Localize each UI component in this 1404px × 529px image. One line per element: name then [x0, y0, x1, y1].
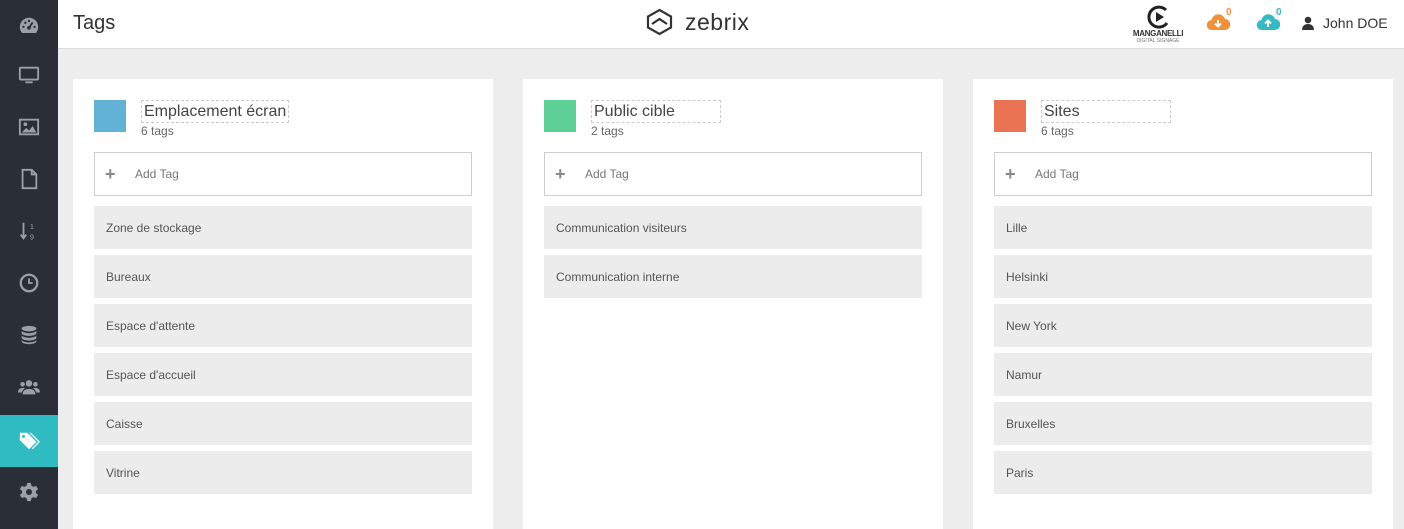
tag-item[interactable]: Caisse	[94, 402, 472, 445]
tag-item[interactable]: Namur	[994, 353, 1372, 396]
zebrix-logo-icon	[646, 8, 673, 36]
group-name-field[interactable]: Public cible	[591, 100, 721, 123]
page-title: Tags	[73, 12, 116, 34]
group-color-swatch[interactable]	[994, 100, 1026, 132]
group-name-field[interactable]: Sites	[1041, 100, 1171, 123]
add-tag-button[interactable]: + Add Tag	[994, 152, 1372, 196]
tag-list: Zone de stockage Bureaux Espace d'attente E…	[94, 206, 472, 500]
svg-text:9: 9	[30, 232, 34, 241]
sidebar-item-schedule[interactable]	[0, 257, 58, 309]
tag-list: Lille Helsinki New York Namur Bruxelles Paris	[994, 206, 1372, 500]
tag-group-card: Emplacement écran 6 tags + Add Tag Zone …	[73, 79, 493, 529]
group-tag-count: 2 tags	[591, 124, 624, 138]
tag-item[interactable]: Lille	[994, 206, 1372, 249]
tag-group-card: Sites 6 tags + Add Tag Lille Helsinki New …	[973, 79, 1393, 529]
tag-item[interactable]: Bureaux	[94, 255, 472, 298]
tag-item[interactable]: Espace d'accueil	[94, 353, 472, 396]
tag-item[interactable]: Helsinki	[994, 255, 1372, 298]
image-icon	[18, 118, 40, 136]
sidebar-item-dashboard[interactable]	[0, 0, 58, 52]
add-tag-label: Add Tag	[585, 167, 629, 181]
partner-play-icon	[1147, 5, 1169, 29]
sidebar-item-playlists[interactable]: 19	[0, 205, 58, 257]
sort-numeric-icon: 19	[20, 222, 34, 241]
sidebar-item-media[interactable]	[0, 101, 58, 153]
tag-item[interactable]: Vitrine	[94, 451, 472, 494]
tag-group-card: Public cible 2 tags + Add Tag Communicat…	[523, 79, 943, 529]
svg-text:1: 1	[30, 222, 34, 231]
plus-icon: +	[105, 163, 116, 184]
tag-item[interactable]: Espace d'attente	[94, 304, 472, 347]
group-tag-count: 6 tags	[1041, 124, 1074, 138]
sidebar-item-screens[interactable]	[0, 49, 58, 101]
user-menu[interactable]: John DOE	[1302, 15, 1388, 31]
monitor-icon	[18, 66, 40, 84]
sidebar-item-data[interactable]	[0, 309, 58, 361]
file-icon	[21, 168, 38, 190]
add-tag-button[interactable]: + Add Tag	[544, 152, 922, 196]
brand-logo[interactable]: zebrix	[646, 8, 749, 36]
partner-name: MANGANELLI	[1132, 29, 1184, 38]
tag-item[interactable]: Paris	[994, 451, 1372, 494]
user-name: John DOE	[1323, 15, 1388, 31]
add-tag-label: Add Tag	[1035, 167, 1079, 181]
tag-list: Communication visiteurs Communication int…	[544, 206, 922, 304]
upload-count: 0	[1276, 7, 1282, 18]
group-color-swatch[interactable]	[544, 100, 576, 132]
tag-item[interactable]: Zone de stockage	[94, 206, 472, 249]
top-bar: Tags zebrix MANGANELLI DIGITAL SIGNAGE 0…	[58, 0, 1404, 49]
users-icon	[18, 380, 40, 395]
add-tag-label: Add Tag	[135, 167, 179, 181]
tag-item[interactable]: New York	[994, 304, 1372, 347]
database-icon	[21, 325, 37, 345]
partner-logo: MANGANELLI DIGITAL SIGNAGE	[1126, 4, 1190, 46]
add-tag-button[interactable]: + Add Tag	[94, 152, 472, 196]
sidebar-item-settings[interactable]	[0, 466, 58, 518]
brand-name: zebrix	[685, 8, 750, 35]
user-icon	[1302, 16, 1314, 30]
partner-subtitle: DIGITAL SIGNAGE	[1136, 38, 1180, 44]
tags-icon	[19, 432, 40, 450]
sidebar-item-documents[interactable]	[0, 153, 58, 205]
download-count: 0	[1226, 7, 1232, 18]
gear-icon	[19, 482, 39, 502]
group-tag-count: 6 tags	[141, 124, 174, 138]
plus-icon: +	[1005, 163, 1016, 184]
group-name-field[interactable]: Emplacement écran	[141, 100, 290, 123]
sidebar-item-users[interactable]	[0, 361, 58, 413]
tag-item[interactable]: Communication visiteurs	[544, 206, 922, 249]
dashboard-icon	[19, 17, 39, 33]
tag-item[interactable]: Bruxelles	[994, 402, 1372, 445]
group-color-swatch[interactable]	[94, 100, 126, 132]
sidebar: 19	[0, 0, 58, 529]
tag-item[interactable]: Communication interne	[544, 255, 922, 298]
plus-icon: +	[555, 163, 566, 184]
clock-icon	[19, 273, 39, 293]
sidebar-item-tags[interactable]	[0, 415, 58, 467]
